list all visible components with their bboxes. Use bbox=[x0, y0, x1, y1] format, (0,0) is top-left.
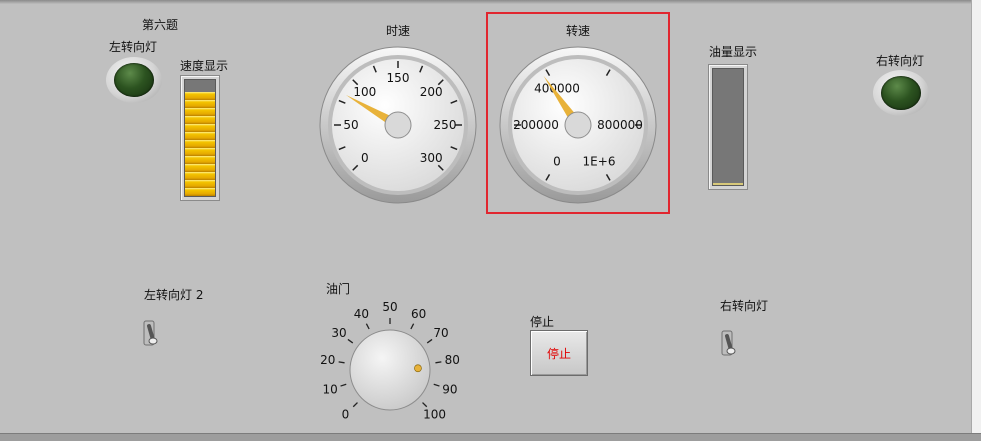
knob-tick bbox=[433, 383, 440, 387]
gauge-tick-label: 300 bbox=[420, 151, 443, 165]
knob-tick bbox=[410, 323, 415, 330]
fuel-label: 油量显示 bbox=[709, 45, 758, 59]
gauge-tick-label: 50 bbox=[343, 118, 358, 132]
speed-gauge[interactable]: 0 50 100 150 200 250 300 bbox=[316, 46, 480, 204]
rpm-gauge-label: 转速 bbox=[566, 24, 591, 38]
knob-tick bbox=[338, 361, 345, 364]
knob-tick-label: 30 bbox=[331, 326, 346, 340]
knob-tick-label: 60 bbox=[411, 307, 426, 321]
knob-tick-label: 50 bbox=[382, 300, 397, 314]
knob-tick-label: 10 bbox=[322, 382, 337, 396]
left-turn-led[interactable] bbox=[106, 57, 162, 103]
knob-tick bbox=[426, 338, 433, 344]
left-led-lamp bbox=[114, 63, 154, 97]
knob-tick bbox=[435, 361, 442, 364]
gauge-hub bbox=[384, 111, 412, 139]
speed-bar-track bbox=[184, 79, 216, 197]
knob-tick bbox=[352, 402, 358, 408]
gauge-hub bbox=[564, 111, 592, 139]
panel-title: 第六题 bbox=[142, 18, 179, 32]
speed-bar-fill bbox=[185, 91, 215, 196]
gauge-tick-label: 100 bbox=[353, 85, 376, 99]
speed-bar-label: 速度显示 bbox=[180, 59, 229, 73]
gauge-tick-label: 800000 bbox=[597, 118, 643, 132]
throttle-knob[interactable]: 0 10 20 30 40 50 60 70 80 90 100 bbox=[300, 290, 480, 435]
knob-tick bbox=[422, 402, 428, 408]
knob-tick-label: 90 bbox=[442, 382, 457, 396]
stop-button[interactable]: 停止 bbox=[530, 330, 588, 376]
stop-label: 停止 bbox=[530, 315, 555, 329]
knob-tick-label: 40 bbox=[354, 307, 369, 321]
rpm-gauge[interactable]: 0 200000 400000 800000 1E+6 bbox=[496, 46, 660, 204]
knob-tick-label: 100 bbox=[423, 408, 446, 422]
right-switch-label: 右转向灯 bbox=[720, 299, 769, 313]
right-turn-led[interactable] bbox=[873, 70, 929, 116]
gauge-tick-label: 0 bbox=[361, 151, 369, 165]
right-led-lamp bbox=[881, 76, 921, 110]
gauge-tick-label: 0 bbox=[553, 154, 561, 168]
knob-tick-label: 80 bbox=[445, 353, 460, 367]
gauge-tick-label: 250 bbox=[434, 118, 457, 132]
left-led-label: 左转向灯 bbox=[109, 40, 158, 54]
knob-tick-label: 20 bbox=[320, 353, 335, 367]
knob-tick bbox=[347, 338, 354, 344]
window-top-edge bbox=[0, 0, 981, 4]
left-turn-toggle-switch[interactable] bbox=[142, 320, 158, 346]
knob-tick-label: 0 bbox=[342, 408, 350, 422]
gauge-tick-label: 1E+6 bbox=[583, 154, 616, 168]
left-switch-label: 左转向灯 2 bbox=[144, 288, 204, 302]
stop-button-text: 停止 bbox=[546, 346, 571, 361]
knob-tick bbox=[340, 383, 347, 387]
vertical-scrollbar[interactable] bbox=[971, 0, 981, 440]
fuel-bar-fill bbox=[713, 182, 743, 185]
fuel-bar-track bbox=[712, 68, 744, 186]
fuel-bar-indicator bbox=[708, 64, 748, 190]
knob-tick bbox=[365, 323, 370, 330]
gauge-tick-label: 200000 bbox=[513, 118, 559, 132]
gauge-tick-label: 200 bbox=[420, 85, 443, 99]
speed-bar-indicator bbox=[180, 75, 220, 201]
knob-tick-label: 70 bbox=[433, 326, 448, 340]
gauge-tick-label: 150 bbox=[387, 71, 410, 85]
speed-gauge-label: 时速 bbox=[386, 24, 411, 38]
right-led-label: 右转向灯 bbox=[876, 54, 925, 68]
right-turn-toggle-switch[interactable] bbox=[720, 330, 736, 356]
knob-indicator-dot bbox=[414, 364, 422, 373]
